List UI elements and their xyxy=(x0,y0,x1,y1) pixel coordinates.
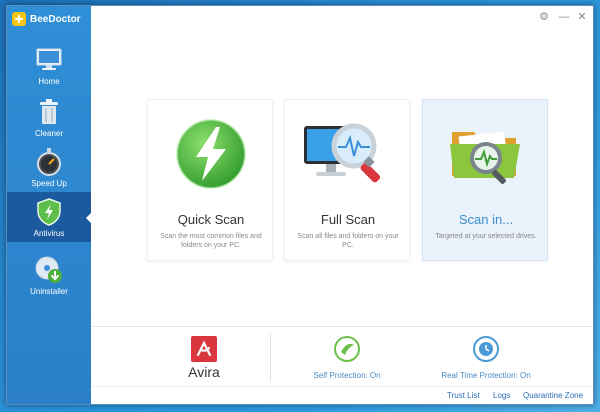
lightning-bolt-icon xyxy=(148,110,274,198)
avira-logo-icon xyxy=(191,336,217,362)
quick-scan-card[interactable]: Quick Scan Scan the most common files an… xyxy=(147,99,273,261)
self-protection-status: Self Protection: On xyxy=(313,371,381,380)
stopwatch-icon xyxy=(34,148,64,176)
antivirus-panel: ⚙ — ✕ Quick Scan Scan the most common fi… xyxy=(91,6,593,404)
card-description: Targeted at your selected drives. xyxy=(435,233,537,240)
sidebar-item-antivirus[interactable]: Antivirus xyxy=(7,192,92,242)
app-window: BeeDoctor Home Cleaner Speed Up Antiviru… xyxy=(6,5,594,405)
shield-icon xyxy=(34,198,64,226)
logs-link[interactable]: Logs xyxy=(493,391,510,400)
settings-gear-icon[interactable]: ⚙ xyxy=(537,10,551,24)
realtime-protection-status: Real Time Protection: On xyxy=(441,371,531,380)
folder-magnifier-icon xyxy=(423,110,549,198)
sidebar-item-label: Cleaner xyxy=(34,129,63,138)
sidebar-item-label: Home xyxy=(38,77,60,86)
card-title: Quick Scan xyxy=(177,212,245,227)
monitor-magnifier-icon xyxy=(285,110,411,198)
sidebar-item-label: Antivirus xyxy=(33,229,65,238)
beedoctor-logo-icon xyxy=(12,12,26,26)
footer-links: Trust List Logs Quarantine Zone xyxy=(91,386,593,404)
sidebar-item-home[interactable]: Home xyxy=(7,40,91,90)
sidebar-item-cleaner[interactable]: Cleaner xyxy=(7,92,91,142)
quarantine-zone-link[interactable]: Quarantine Zone xyxy=(523,391,583,400)
app-title: BeeDoctor xyxy=(30,13,81,25)
card-description: Scan the most common files and folders o… xyxy=(160,233,262,249)
realtime-protection-icon xyxy=(473,336,499,362)
protection-panel: Avira Self Protection: On Real Time Prot… xyxy=(91,326,593,386)
close-button[interactable]: ✕ xyxy=(575,10,589,24)
sidebar-item-label: Uninstaller xyxy=(30,287,68,296)
full-scan-card[interactable]: Full Scan Scan all files and folders on … xyxy=(284,99,410,261)
uninstall-disc-icon xyxy=(34,256,64,284)
self-protection-icon xyxy=(334,336,360,362)
trash-icon xyxy=(34,98,64,126)
divider xyxy=(270,334,271,382)
brand: BeeDoctor xyxy=(12,10,81,28)
card-title: Scan in... xyxy=(458,212,514,227)
engine-name: Avira xyxy=(188,364,220,380)
card-title: Full Scan xyxy=(320,212,376,227)
monitor-icon xyxy=(34,46,64,74)
sidebar-item-speed-up[interactable]: Speed Up xyxy=(7,142,91,192)
minimize-button[interactable]: — xyxy=(557,10,571,24)
trust-list-link[interactable]: Trust List xyxy=(447,391,480,400)
scan-in-card[interactable]: Scan in... Targeted at your selected dri… xyxy=(422,99,548,261)
sidebar-item-label: Speed Up xyxy=(31,179,67,188)
sidebar-item-uninstaller[interactable]: Uninstaller xyxy=(7,250,91,300)
sidebar: BeeDoctor Home Cleaner Speed Up Antiviru… xyxy=(7,6,92,404)
card-description: Scan all files and folders on your PC. xyxy=(297,233,399,249)
